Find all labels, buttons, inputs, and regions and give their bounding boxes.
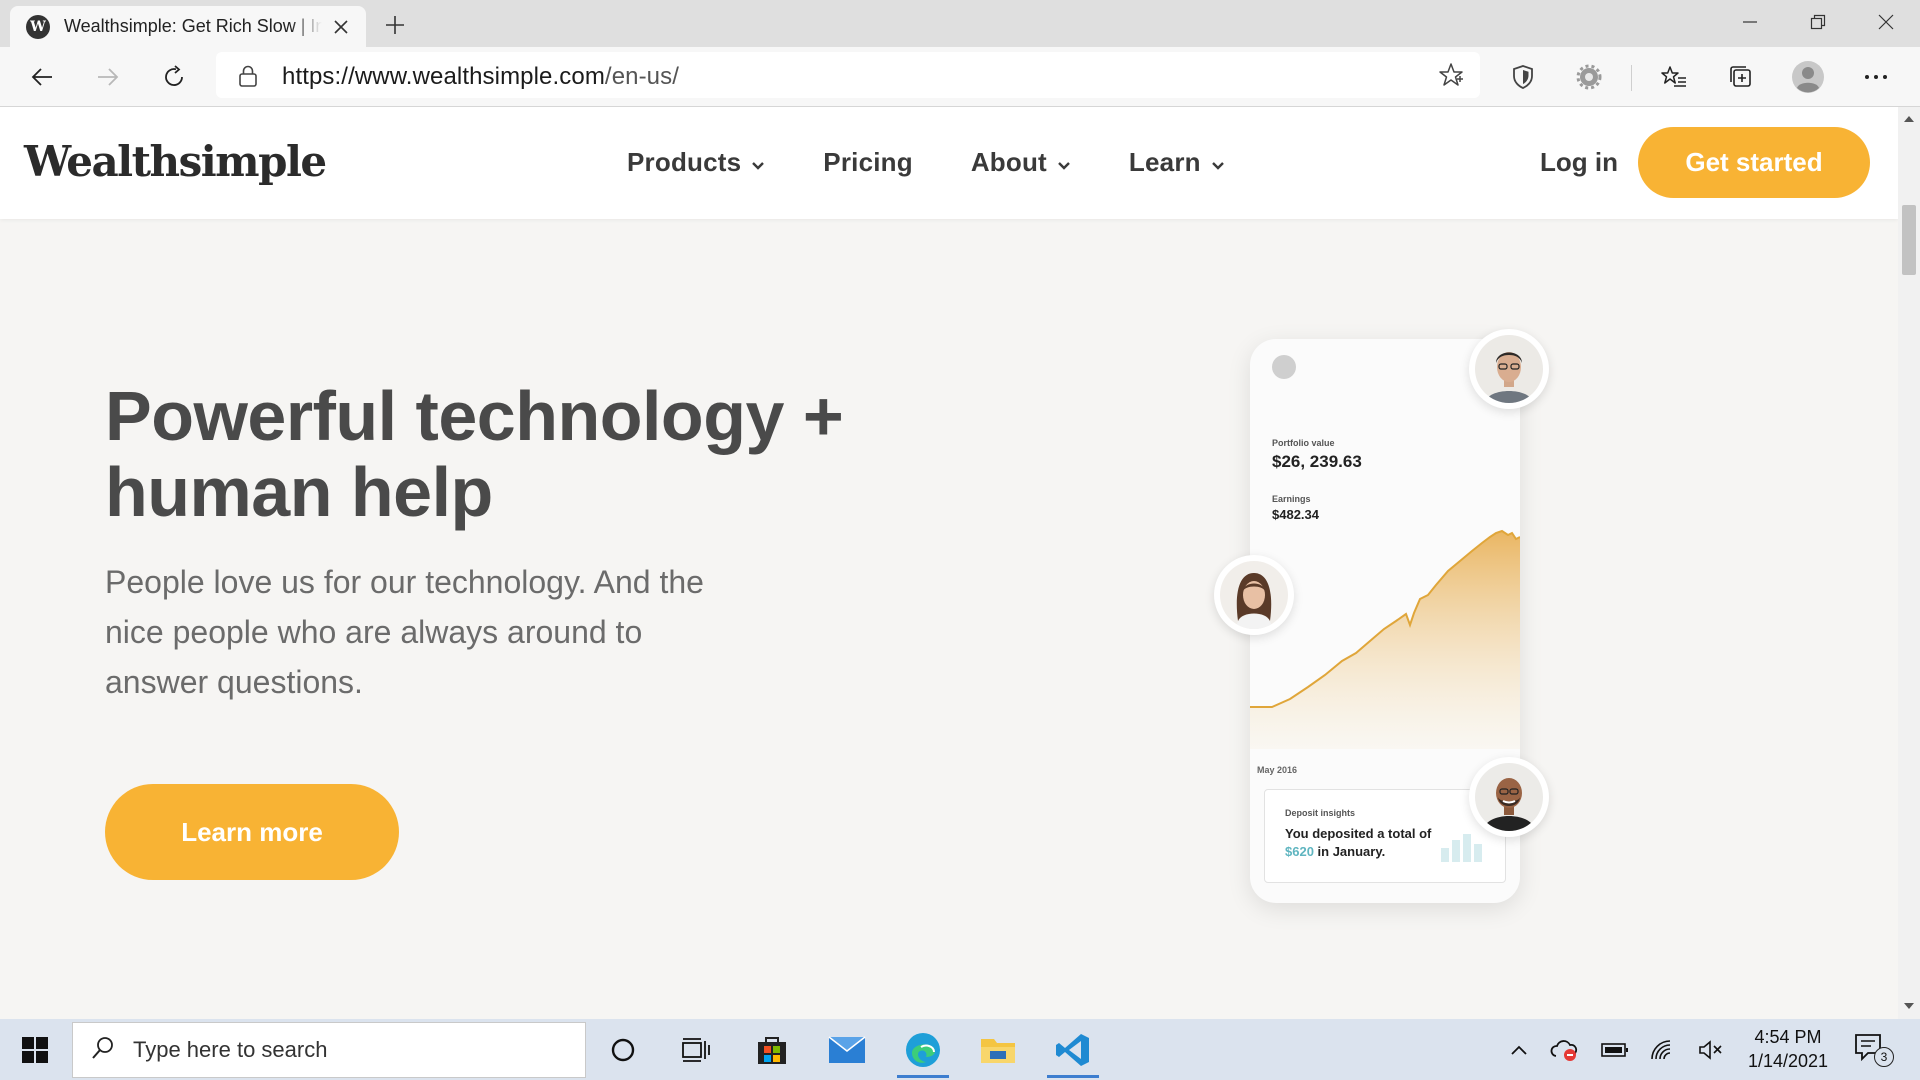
mail-icon[interactable] bbox=[817, 1025, 877, 1075]
collections-icon[interactable] bbox=[1721, 57, 1761, 97]
insight-amount: $620 bbox=[1285, 844, 1314, 859]
address-bar[interactable]: https://www.wealthsimple.com/en-us/ bbox=[216, 52, 1480, 98]
battery-icon[interactable] bbox=[1598, 1033, 1632, 1067]
file-explorer-icon[interactable] bbox=[968, 1025, 1028, 1075]
scroll-down-arrow-icon[interactable] bbox=[1903, 1000, 1915, 1012]
taskbar-search-input[interactable]: Type here to search bbox=[72, 1022, 586, 1078]
favorites-icon[interactable] bbox=[1654, 57, 1694, 97]
url-host: https://www.wealthsimple.com bbox=[282, 63, 605, 90]
profile-avatar-icon[interactable] bbox=[1788, 57, 1828, 97]
toolbar-separator bbox=[1631, 65, 1632, 91]
chevron-down-icon bbox=[1211, 147, 1225, 178]
close-window-icon[interactable] bbox=[1852, 0, 1920, 44]
tab-favicon-icon: W bbox=[26, 14, 50, 39]
earnings-value: $482.34 bbox=[1272, 507, 1319, 522]
favorite-star-icon[interactable] bbox=[1438, 62, 1464, 93]
login-link[interactable]: Log in bbox=[1540, 147, 1618, 178]
chart-start-label: May 2016 bbox=[1257, 765, 1298, 775]
url-text: https://www.wealthsimple.com/en-us/ bbox=[282, 63, 679, 91]
show-hidden-icons-chevron-icon[interactable] bbox=[1502, 1033, 1536, 1067]
page-viewport: Wealthsimple Products Pricing About Lear… bbox=[0, 107, 1898, 1019]
windows-start-icon[interactable] bbox=[14, 1031, 56, 1069]
chevron-down-icon bbox=[1057, 147, 1071, 178]
cortana-icon[interactable] bbox=[593, 1025, 653, 1075]
back-arrow-icon[interactable] bbox=[22, 57, 62, 97]
system-clock[interactable]: 4:54 PM 1/14/2021 bbox=[1740, 1025, 1836, 1073]
nav-item-label: Products bbox=[627, 147, 742, 177]
edge-browser-icon[interactable] bbox=[893, 1025, 953, 1078]
nav-item-label: Pricing bbox=[823, 147, 913, 177]
clock-date: 1/14/2021 bbox=[1747, 1051, 1829, 1071]
advisor-avatar-1 bbox=[1469, 329, 1549, 409]
volume-muted-icon[interactable] bbox=[1694, 1033, 1728, 1067]
wifi-icon[interactable] bbox=[1646, 1033, 1680, 1067]
hero-title: Powerful technology + human help bbox=[105, 378, 865, 530]
insight-text: You deposited a total of $620 in January… bbox=[1285, 825, 1445, 861]
insight-label: Deposit insights bbox=[1285, 808, 1356, 818]
url-path: /en-us/ bbox=[604, 63, 679, 90]
wealthsimple-logo[interactable]: Wealthsimple bbox=[24, 137, 327, 186]
scrollbar-thumb[interactable] bbox=[1902, 205, 1916, 275]
search-placeholder: Type here to search bbox=[133, 1037, 328, 1062]
portfolio-growth-chart bbox=[1250, 529, 1520, 749]
minimize-icon[interactable] bbox=[1716, 0, 1784, 44]
insight-text-part: in January. bbox=[1313, 844, 1386, 859]
shield-extension-icon[interactable] bbox=[1503, 57, 1543, 97]
hero-title-line-1: Powerful technology + bbox=[105, 377, 844, 455]
scroll-up-arrow-icon[interactable] bbox=[1903, 113, 1915, 125]
advisor-avatar-2 bbox=[1214, 555, 1294, 635]
portfolio-value-label: Portfolio value bbox=[1272, 438, 1335, 448]
nav-item-label: Learn bbox=[1128, 147, 1201, 177]
advisor-avatar-3 bbox=[1469, 757, 1549, 837]
hero-title-line-2: human help bbox=[105, 453, 493, 531]
tab-close-icon[interactable] bbox=[330, 16, 352, 38]
nav-item-products[interactable]: Products bbox=[627, 147, 765, 178]
store-icon[interactable] bbox=[742, 1025, 802, 1075]
site-header: Wealthsimple Products Pricing About Lear… bbox=[0, 107, 1898, 219]
refresh-icon[interactable] bbox=[154, 57, 194, 97]
vertical-scrollbar[interactable] bbox=[1898, 107, 1920, 1019]
gear-extension-icon[interactable] bbox=[1569, 57, 1609, 97]
search-icon bbox=[91, 1036, 115, 1065]
hero-subtitle: People love us for our technology. And t… bbox=[105, 564, 704, 700]
vscode-icon[interactable] bbox=[1043, 1025, 1103, 1078]
tab-title: Wealthsimple: Get Rich Slow | Investing bbox=[64, 16, 322, 36]
nav-item-pricing[interactable]: Pricing bbox=[823, 147, 913, 178]
clock-time: 4:54 PM bbox=[1754, 1027, 1822, 1047]
action-center-icon[interactable]: 3 bbox=[1854, 1033, 1894, 1069]
windows-taskbar: Type here to search 4:54 PM 1/14/2021 3 bbox=[0, 1019, 1920, 1080]
insight-text-part: You deposited a total of bbox=[1285, 826, 1432, 841]
nav-item-about[interactable]: About bbox=[971, 147, 1071, 178]
mini-bar-chart-icon bbox=[1441, 834, 1482, 862]
onedrive-error-icon[interactable] bbox=[1548, 1033, 1582, 1067]
forward-arrow-icon[interactable] bbox=[88, 57, 128, 97]
new-tab-icon[interactable] bbox=[380, 10, 410, 40]
browser-tab[interactable]: W Wealthsimple: Get Rich Slow | Investin… bbox=[10, 6, 366, 47]
learn-more-button[interactable]: Learn more bbox=[105, 784, 399, 880]
nav-item-label: About bbox=[970, 147, 1047, 177]
main-nav: Products Pricing About Learn bbox=[627, 147, 1283, 178]
browser-toolbar: https://www.wealthsimple.com/en-us/ bbox=[0, 47, 1920, 107]
chevron-down-icon bbox=[751, 147, 765, 178]
notification-count-badge: 3 bbox=[1874, 1047, 1894, 1067]
portfolio-value: $26, 239.63 bbox=[1272, 452, 1362, 471]
nav-item-learn[interactable]: Learn bbox=[1129, 147, 1225, 178]
earnings-label: Earnings bbox=[1272, 494, 1311, 504]
more-options-icon[interactable] bbox=[1856, 57, 1896, 97]
lock-icon bbox=[238, 64, 258, 93]
restore-icon[interactable] bbox=[1784, 0, 1852, 44]
tab-strip: W Wealthsimple: Get Rich Slow | Investin… bbox=[0, 0, 1920, 47]
user-icon bbox=[1272, 355, 1296, 379]
get-started-button[interactable]: Get started bbox=[1638, 127, 1870, 198]
task-view-icon[interactable] bbox=[666, 1025, 726, 1075]
window-controls bbox=[1716, 0, 1920, 44]
